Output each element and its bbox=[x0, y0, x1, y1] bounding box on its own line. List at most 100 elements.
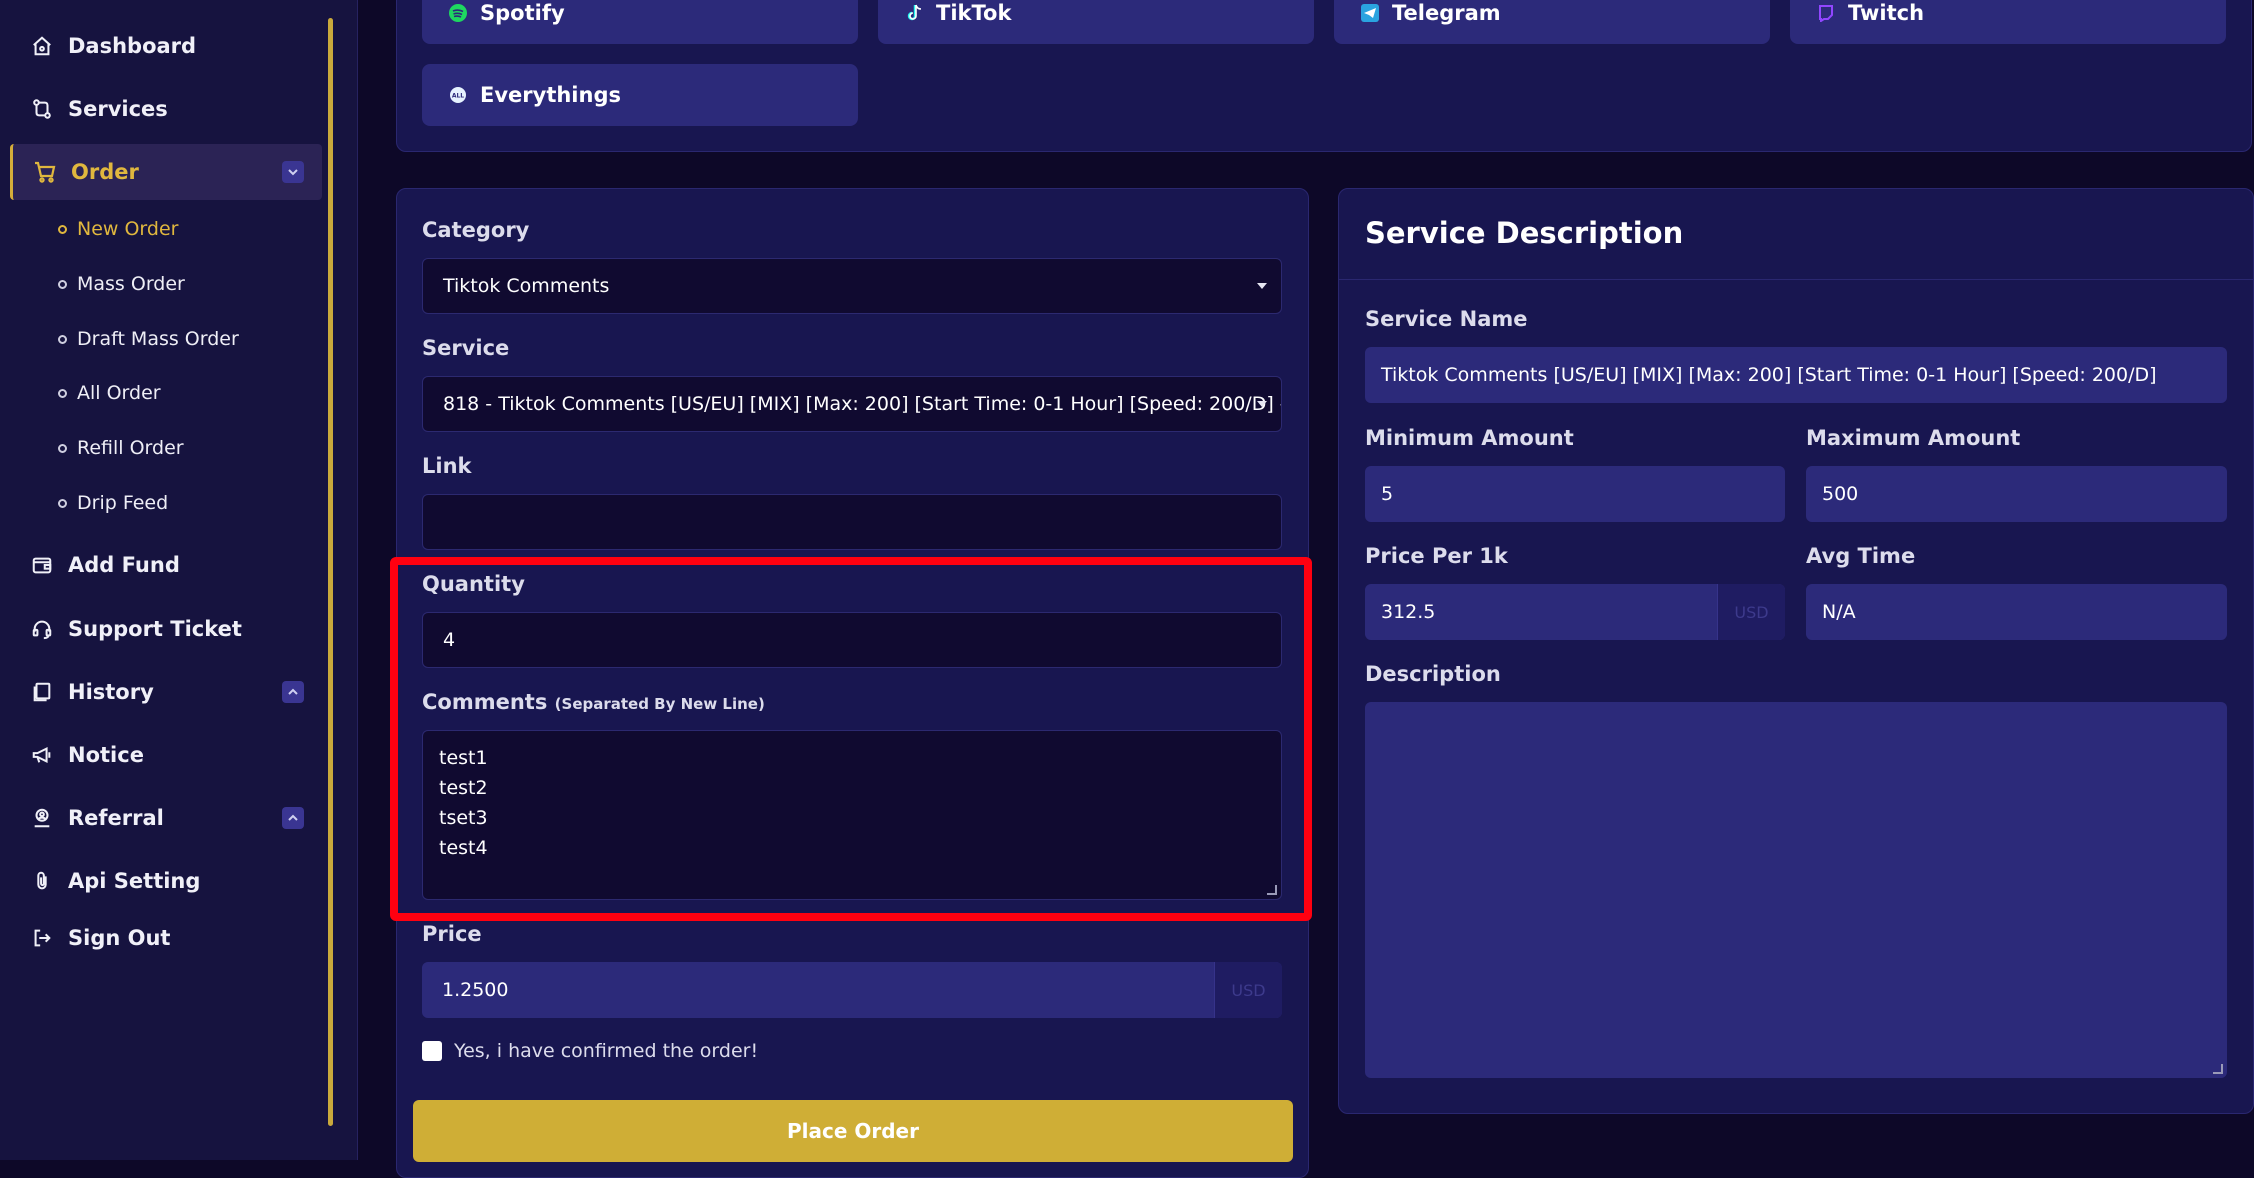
home-icon bbox=[30, 34, 54, 58]
spotify-icon bbox=[448, 3, 468, 23]
platform-button-twitch[interactable]: Twitch bbox=[1790, 0, 2226, 44]
service-name-label: Service Name bbox=[1365, 307, 1528, 331]
wallet-icon bbox=[30, 553, 54, 577]
platform-button-telegram[interactable]: Telegram bbox=[1334, 0, 1770, 44]
category-selected-value: Tiktok Comments bbox=[443, 275, 610, 297]
sidebar-subitem-label: Draft Mass Order bbox=[77, 328, 239, 350]
sidebar-item-label: Referral bbox=[68, 806, 164, 830]
confirm-row: Yes, i have confirmed the order! bbox=[422, 1040, 758, 1062]
svg-text:ALL: ALL bbox=[452, 93, 464, 100]
platform-label: Telegram bbox=[1392, 1, 1501, 25]
price-label: Price bbox=[422, 922, 482, 946]
sidebar-subitem-new-order[interactable]: New Order bbox=[58, 214, 178, 244]
platform-button-spotify[interactable]: Spotify bbox=[422, 0, 858, 44]
minimum-amount-value: 5 bbox=[1381, 483, 1394, 505]
sidebar-subitem-all-order[interactable]: All Order bbox=[58, 378, 161, 408]
sidebar-subitem-label: New Order bbox=[77, 218, 179, 240]
sidebar-item-support-ticket[interactable]: Support Ticket bbox=[10, 601, 322, 657]
sidebar-subitem-label: Drip Feed bbox=[77, 492, 169, 514]
chevron-up-icon[interactable] bbox=[282, 807, 304, 829]
paperclip-icon bbox=[30, 869, 54, 893]
sidebar-item-label: History bbox=[68, 680, 154, 704]
link-input[interactable] bbox=[422, 494, 1282, 550]
platform-button-everythings[interactable]: ALL Everythings bbox=[422, 64, 858, 126]
platform-label: Twitch bbox=[1848, 1, 1925, 25]
chevron-down-icon[interactable] bbox=[282, 161, 304, 183]
sidebar-scrollbar[interactable] bbox=[328, 18, 333, 1126]
twitch-icon bbox=[1816, 3, 1836, 23]
sidebar-item-label: Sign Out bbox=[68, 926, 171, 950]
sidebar-subitem-label: All Order bbox=[77, 382, 161, 404]
platform-label: TikTok bbox=[936, 1, 1012, 25]
circle-icon bbox=[58, 279, 67, 289]
cart-icon bbox=[33, 160, 57, 184]
confirm-label: Yes, i have confirmed the order! bbox=[454, 1040, 759, 1062]
sidebar: Dashboard Services Order New Order Mass … bbox=[0, 0, 358, 1160]
maximum-amount-label: Maximum Amount bbox=[1806, 426, 2021, 450]
platform-label: Spotify bbox=[480, 1, 565, 25]
tiktok-icon bbox=[904, 3, 924, 23]
description-textarea[interactable] bbox=[1365, 702, 2227, 1078]
circle-icon bbox=[58, 498, 67, 508]
circle-icon bbox=[58, 334, 67, 344]
category-label: Category bbox=[422, 218, 530, 242]
circle-icon bbox=[58, 388, 67, 398]
circle-icon bbox=[58, 224, 67, 234]
sidebar-subitem-draft-mass-order[interactable]: Draft Mass Order bbox=[58, 324, 239, 354]
minimum-amount-field: 5 bbox=[1365, 466, 1785, 522]
sign-out-icon bbox=[30, 926, 54, 950]
maximum-amount-field: 500 bbox=[1806, 466, 2227, 522]
circle-icon bbox=[58, 443, 67, 453]
resize-handle-icon[interactable] bbox=[2213, 1064, 2223, 1074]
sidebar-item-label: Order bbox=[71, 160, 139, 184]
avg-time-field: N/A bbox=[1806, 584, 2227, 640]
sidebar-item-services[interactable]: Services bbox=[10, 81, 322, 137]
sidebar-item-label: Api Setting bbox=[68, 869, 201, 893]
service-description-title: Service Description bbox=[1365, 216, 1684, 250]
price-per-1k-field: 312.5 USD bbox=[1365, 584, 1785, 640]
minimum-amount-label: Minimum Amount bbox=[1365, 426, 1574, 450]
chevron-up-icon[interactable] bbox=[282, 681, 304, 703]
sidebar-item-notice[interactable]: Notice bbox=[10, 727, 322, 783]
history-icon bbox=[30, 680, 54, 704]
currency-addon: USD bbox=[1717, 584, 1785, 640]
sidebar-item-label: Services bbox=[68, 97, 168, 121]
service-label: Service bbox=[422, 336, 510, 360]
headset-icon bbox=[30, 617, 54, 641]
sidebar-item-sign-out[interactable]: Sign Out bbox=[10, 910, 322, 966]
platform-button-tiktok[interactable]: TikTok bbox=[878, 0, 1314, 44]
telegram-icon bbox=[1360, 3, 1380, 23]
sidebar-item-label: Add Fund bbox=[68, 553, 180, 577]
sidebar-subitem-drip-feed[interactable]: Drip Feed bbox=[58, 488, 168, 518]
sidebar-item-referral[interactable]: Referral bbox=[10, 790, 322, 846]
sidebar-item-history[interactable]: History bbox=[10, 664, 322, 720]
maximum-amount-value: 500 bbox=[1822, 483, 1859, 505]
place-order-button[interactable]: Place Order bbox=[413, 1100, 1293, 1162]
sidebar-item-label: Notice bbox=[68, 743, 144, 767]
service-name-value: Tiktok Comments [US/EU] [MIX] [Max: 200]… bbox=[1381, 364, 2157, 386]
megaphone-icon bbox=[30, 743, 54, 767]
service-selected-value: 818 - Tiktok Comments [US/EU] [MIX] [Max… bbox=[443, 393, 1282, 415]
sidebar-subitem-refill-order[interactable]: Refill Order bbox=[58, 433, 184, 463]
currency-addon: USD bbox=[1214, 962, 1282, 1018]
referral-icon bbox=[30, 806, 54, 830]
sidebar-subitem-mass-order[interactable]: Mass Order bbox=[58, 269, 185, 299]
sidebar-subitem-label: Mass Order bbox=[77, 273, 185, 295]
caret-down-icon bbox=[1257, 283, 1267, 289]
service-select[interactable]: 818 - Tiktok Comments [US/EU] [MIX] [Max… bbox=[422, 376, 1282, 432]
highlight-box bbox=[390, 557, 1312, 921]
sidebar-item-dashboard[interactable]: Dashboard bbox=[10, 18, 322, 74]
price-value: 1.2500 bbox=[442, 979, 509, 1001]
sidebar-item-order[interactable]: Order bbox=[10, 144, 322, 200]
avg-time-value: N/A bbox=[1822, 601, 1856, 623]
all-icon: ALL bbox=[448, 85, 468, 105]
service-name-field: Tiktok Comments [US/EU] [MIX] [Max: 200]… bbox=[1365, 347, 2227, 403]
avg-time-label: Avg Time bbox=[1806, 544, 1916, 568]
services-icon bbox=[30, 97, 54, 121]
sidebar-item-add-fund[interactable]: Add Fund bbox=[10, 537, 322, 593]
sidebar-item-api-setting[interactable]: Api Setting bbox=[10, 853, 322, 909]
link-label: Link bbox=[422, 454, 472, 478]
category-select[interactable]: Tiktok Comments bbox=[422, 258, 1282, 314]
sidebar-item-label: Dashboard bbox=[68, 34, 197, 58]
confirm-checkbox[interactable] bbox=[422, 1041, 442, 1061]
